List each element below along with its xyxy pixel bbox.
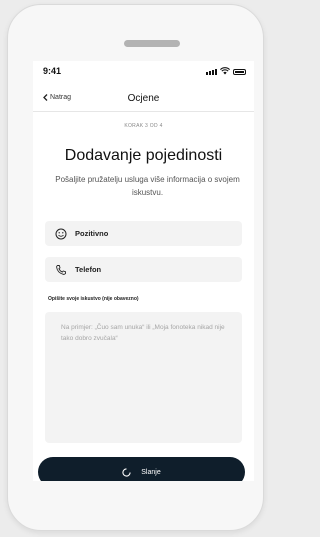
contact-option-phone[interactable]: Telefon <box>45 257 242 282</box>
battery-icon <box>233 69 246 75</box>
signal-icon <box>206 69 217 75</box>
rating-option-positive[interactable]: Pozitivno <box>45 221 242 246</box>
send-button-label: Slanje <box>141 468 161 476</box>
app-screen: 9:41 Natrag Ocjene KORAK 3 OD 4 Dodavanj… <box>33 61 254 481</box>
send-button[interactable]: Slanje <box>38 457 245 481</box>
loading-spinner-icon <box>122 467 131 477</box>
smiley-icon <box>53 228 69 240</box>
phone-speaker <box>124 40 180 47</box>
contact-option-label: Telefon <box>75 265 102 274</box>
description-textarea[interactable]: Na primjer: „Čuo sam unuka“ ili „Moja fo… <box>45 312 242 443</box>
nav-bar: Natrag Ocjene <box>33 91 254 111</box>
page-title: Ocjene <box>127 93 160 104</box>
step-indicator: KORAK 3 OD 4 <box>124 123 163 129</box>
status-bar: 9:41 <box>33 61 254 83</box>
rating-option-label: Pozitivno <box>75 229 109 238</box>
nav-divider <box>33 111 254 112</box>
system-icons <box>206 67 246 75</box>
description-label: Opišite svoje iskustvo (nije obavezno) <box>48 296 139 302</box>
wifi-icon <box>220 67 230 75</box>
phone-icon <box>53 264 69 276</box>
section-heading: Dodavanje pojedinosti <box>64 147 223 164</box>
status-time: 9:41 <box>43 66 62 76</box>
description-placeholder: Na primjer: „Čuo sam unuka“ ili „Moja fo… <box>61 324 225 342</box>
section-subtitle: Pošaljite pružatelju usluga više informa… <box>55 175 240 197</box>
